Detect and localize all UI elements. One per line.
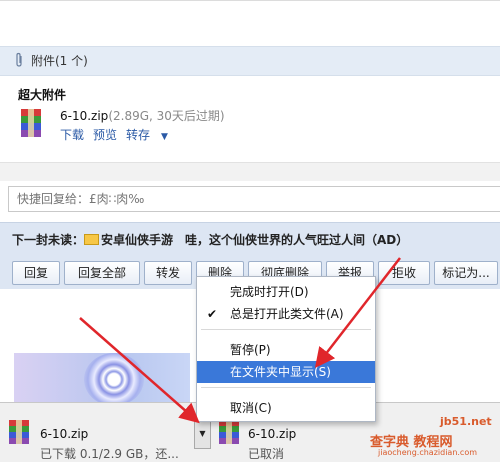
menu-item-show-in-folder[interactable]: 在文件夹中显示(S): [197, 361, 375, 383]
mark-as-button[interactable]: 标记为...: [434, 261, 498, 285]
menu-item-label: 在文件夹中显示(S): [230, 365, 331, 379]
download-file-name: 6-10.zip: [248, 427, 297, 441]
zip-file-icon: [9, 420, 29, 444]
menu-item-always-open-type[interactable]: ✔ 总是打开此类文件(A): [197, 303, 375, 325]
quick-reply-input[interactable]: [15, 187, 489, 211]
menu-item-pause[interactable]: 暂停(P): [197, 339, 375, 361]
menu-item-open-when-done[interactable]: 完成时打开(D): [197, 281, 375, 303]
promo-banner-image: [14, 353, 190, 406]
zip-file-icon: [219, 420, 239, 444]
large-attachment-label: 超大附件: [18, 88, 67, 102]
download-status: 已取消: [248, 447, 285, 461]
menu-divider: [201, 329, 371, 330]
attachment-file-meta: (2.89G, 30天后过期): [108, 109, 225, 123]
chevron-down-icon[interactable]: ▼: [161, 132, 168, 142]
top-border: [0, 0, 500, 1]
menu-item-label: 完成时打开(D): [230, 285, 309, 299]
menu-item-label: 取消(C): [230, 401, 272, 415]
save-to-link[interactable]: 转存 ▼: [126, 128, 177, 142]
download-item-1[interactable]: 6-10.zip 已下载 0.1/2.9 GB，还...: [6, 409, 192, 461]
zip-file-icon: [21, 109, 41, 137]
quick-reply-box[interactable]: [8, 186, 500, 212]
paperclip-icon: [16, 52, 22, 67]
download-link[interactable]: 下载: [60, 128, 84, 142]
watermark-site: jb51.net: [440, 415, 492, 428]
attachment-file-name-text[interactable]: 6-10.zip: [60, 109, 108, 123]
checkmark-icon: ✔: [207, 307, 218, 321]
section-separator: [0, 162, 500, 181]
attachment-count-title: 附件(1 个): [31, 54, 88, 68]
reject-button[interactable]: 拒收: [378, 261, 430, 285]
preview-link[interactable]: 预览: [93, 128, 117, 142]
menu-divider: [201, 387, 371, 388]
reply-button[interactable]: 回复: [12, 261, 60, 285]
watermark-url: jiaocheng.chazidian.com: [378, 448, 478, 457]
menu-item-cancel[interactable]: 取消(C): [197, 397, 375, 419]
save-to-label[interactable]: 转存: [126, 128, 150, 142]
next-unread-row[interactable]: 下一封未读： 安卓仙侠手游 哇，这个仙侠世界的人气旺过人间（AD）: [12, 231, 408, 248]
envelope-icon: [84, 234, 100, 245]
menu-item-label: 总是打开此类文件(A): [230, 307, 344, 321]
next-unread-subject[interactable]: 安卓仙侠手游 哇，这个仙侠世界的人气旺过人间（AD）: [101, 233, 408, 247]
download-file-name: 6-10.zip: [40, 427, 89, 441]
menu-item-label: 暂停(P): [230, 343, 271, 357]
attachment-actions: 下载 预览 转存 ▼: [60, 126, 186, 143]
download-context-menu: 完成时打开(D) ✔ 总是打开此类文件(A) 暂停(P) 在文件夹中显示(S) …: [196, 276, 376, 422]
swirl-graphic: [84, 353, 144, 406]
reply-all-button[interactable]: 回复全部: [64, 261, 140, 285]
download-menu-dropdown-button[interactable]: ▼: [194, 419, 211, 449]
next-unread-label: 下一封未读：: [12, 233, 85, 247]
download-status: 已下载 0.1/2.9 GB，还...: [40, 447, 179, 461]
attachment-file-name[interactable]: 6-10.zip(2.89G, 30天后过期): [60, 107, 225, 124]
forward-button[interactable]: 转发: [144, 261, 192, 285]
